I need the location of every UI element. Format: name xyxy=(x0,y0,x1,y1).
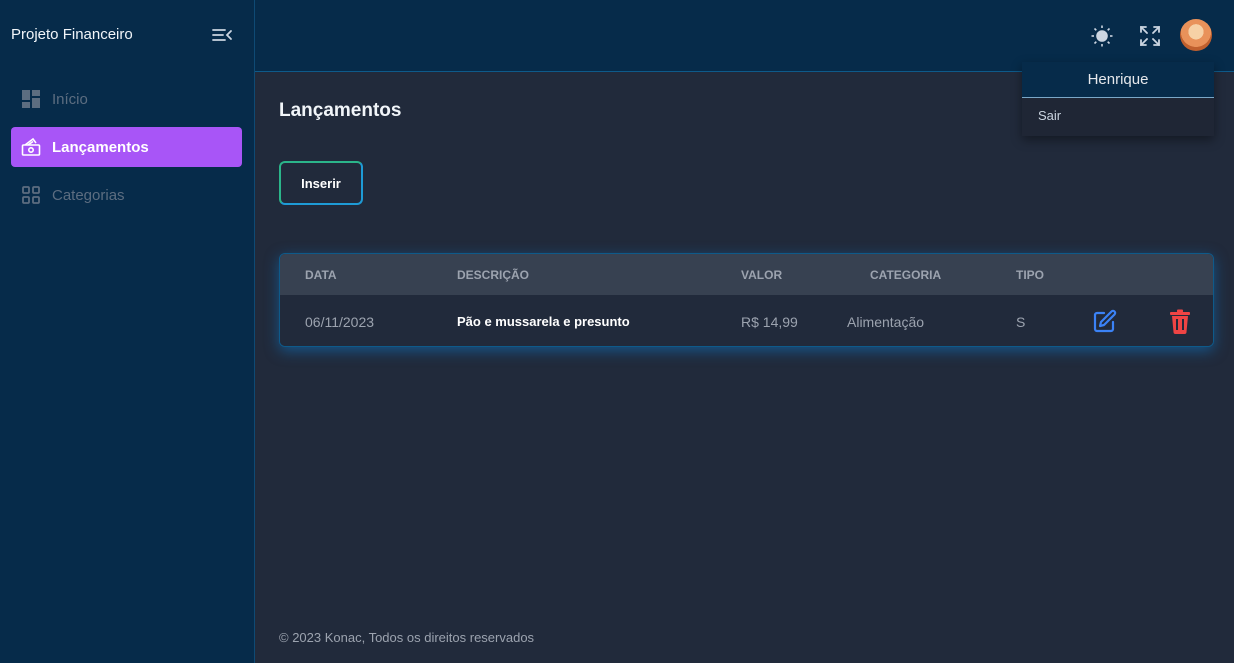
sidebar-item-categorias[interactable]: Categorias xyxy=(11,175,242,215)
table-row: 06/11/2023 Pão e mussarela e presunto R$… xyxy=(280,295,1213,346)
app-title: Projeto Financeiro xyxy=(11,26,133,43)
fullscreen-icon[interactable] xyxy=(1138,24,1162,48)
sidebar-item-lancamentos[interactable]: Lançamentos xyxy=(11,127,242,167)
menu-collapse-icon[interactable] xyxy=(211,26,233,44)
column-header-valor: VALOR xyxy=(741,268,783,282)
money-icon xyxy=(21,137,41,157)
sidebar-item-inicio[interactable]: Início xyxy=(11,79,242,119)
sun-icon[interactable] xyxy=(1090,24,1114,48)
user-dropdown: Henrique Sair xyxy=(1022,62,1214,136)
delete-icon[interactable] xyxy=(1166,307,1194,335)
logout-link[interactable]: Sair xyxy=(1038,108,1061,123)
column-header-data: DATA xyxy=(305,268,337,282)
cell-type: S xyxy=(1016,314,1026,330)
user-name: Henrique xyxy=(1022,62,1214,98)
sidebar: Projeto Financeiro Início Lançamentos Ca… xyxy=(0,0,255,663)
column-header-tipo: TIPO xyxy=(1016,268,1045,282)
sidebar-item-label: Lançamentos xyxy=(52,138,149,156)
insert-button[interactable]: Inserir xyxy=(279,161,363,205)
edit-icon[interactable] xyxy=(1091,307,1119,335)
dashboard-icon xyxy=(21,89,41,109)
cell-date: 06/11/2023 xyxy=(305,314,375,330)
avatar[interactable] xyxy=(1180,19,1212,51)
column-header-categoria: CATEGORIA xyxy=(870,268,942,282)
transactions-table: DATA DESCRIÇÃO VALOR CATEGORIA TIPO 06/1… xyxy=(279,253,1214,347)
cell-description: Pão e mussarela e presunto xyxy=(457,314,630,329)
sidebar-item-label: Início xyxy=(52,90,88,108)
cell-category: Alimentação xyxy=(847,314,925,330)
table-header: DATA DESCRIÇÃO VALOR CATEGORIA TIPO xyxy=(280,254,1213,295)
page-title: Lançamentos xyxy=(279,100,402,121)
footer-text: © 2023 Konac, Todos os direitos reservad… xyxy=(279,630,535,645)
sidebar-item-label: Categorias xyxy=(52,186,125,204)
column-header-descricao: DESCRIÇÃO xyxy=(457,268,530,282)
cell-value: R$ 14,99 xyxy=(741,314,798,330)
grid-icon xyxy=(21,185,41,205)
